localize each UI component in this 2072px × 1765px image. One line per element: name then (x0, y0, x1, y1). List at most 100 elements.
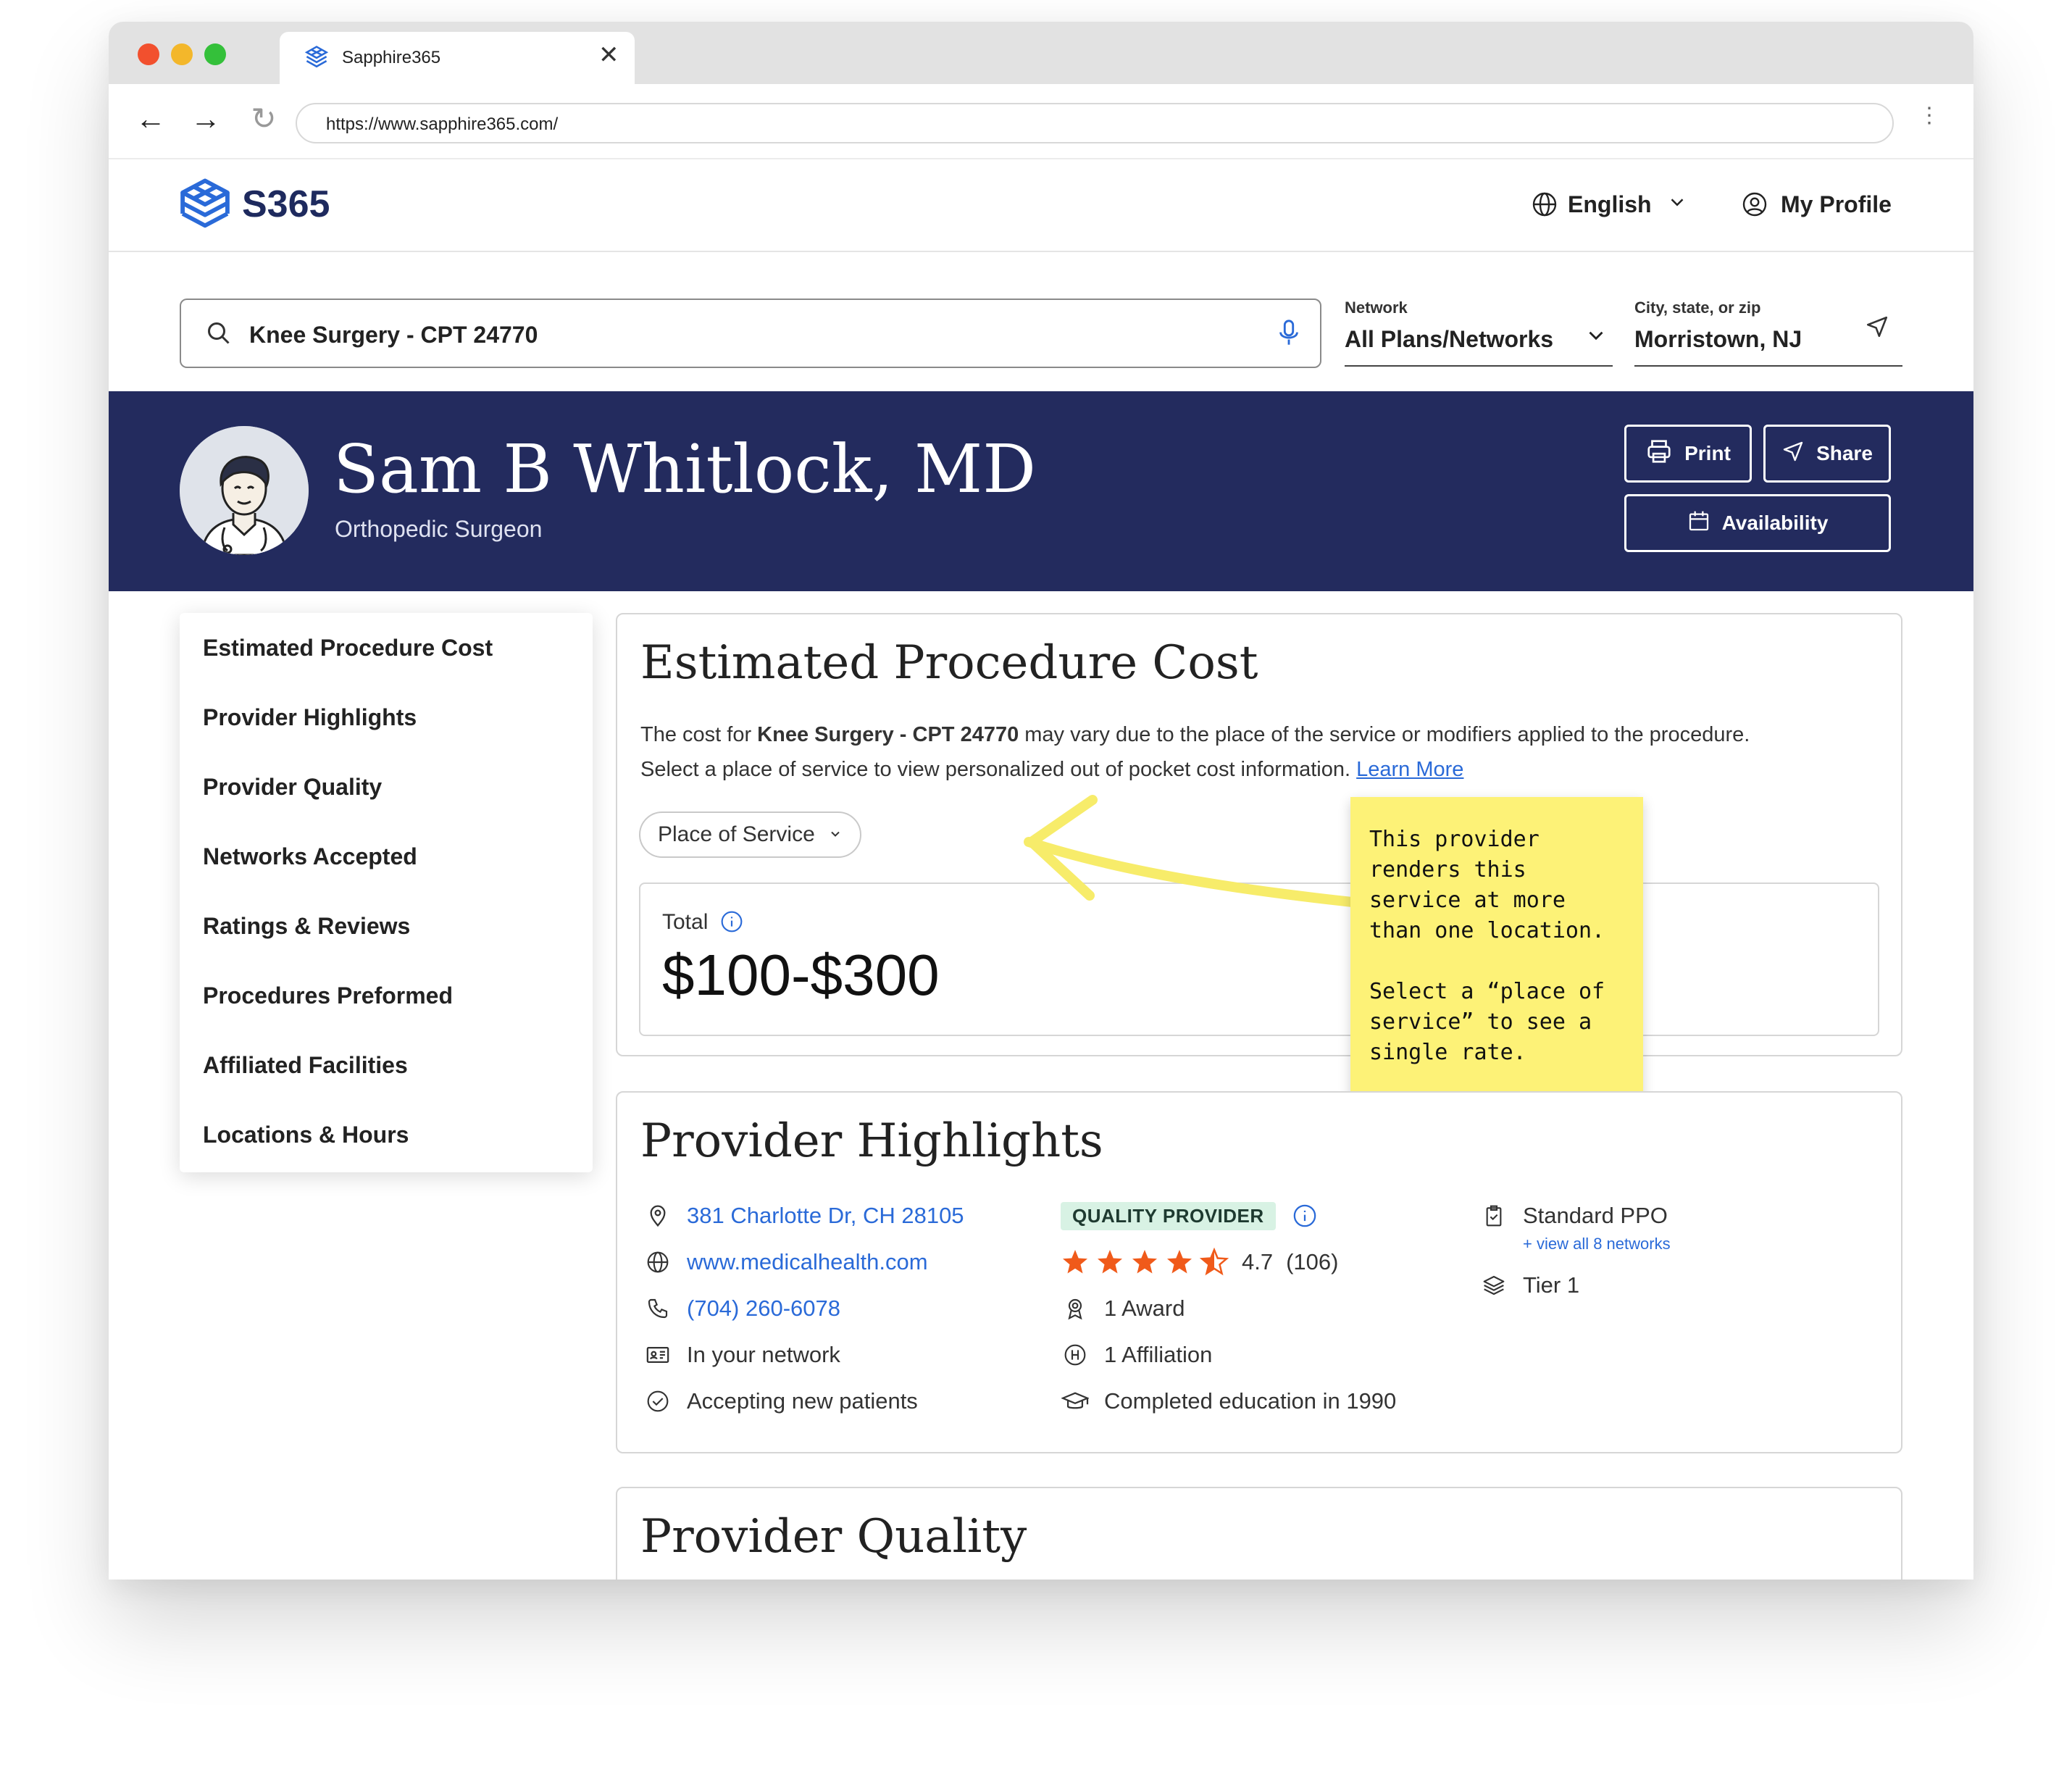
print-button[interactable]: Print (1624, 425, 1752, 483)
info-icon[interactable] (1290, 1201, 1319, 1230)
location-input[interactable]: Morristown, NJ (1634, 326, 1802, 353)
affiliation-row: 1 Affiliation (1061, 1340, 1212, 1369)
browser-toolbar: ← → ↻ https://www.sapphire365.com/ ⋮ (109, 84, 1973, 159)
cost-text-line2: Select a place of service to view person… (640, 758, 1351, 781)
send-icon (1781, 440, 1805, 468)
place-of-service-dropdown[interactable]: Place of Service (639, 811, 862, 858)
plan-row: Standard PPO (1479, 1201, 1668, 1230)
place-of-service-label: Place of Service (658, 822, 815, 846)
education-row: Completed education in 1990 (1061, 1387, 1396, 1416)
search-row: Knee Surgery - CPT 24770 Network All Pla… (109, 252, 1973, 391)
website-link[interactable]: www.medicalhealth.com (687, 1249, 928, 1275)
layers-icon (1479, 1271, 1508, 1300)
chevron-down-icon (828, 813, 843, 856)
info-icon[interactable] (720, 910, 743, 937)
s365-logo-icon (178, 177, 232, 238)
address-link[interactable]: 381 Charlotte Dr, CH 28105 (687, 1203, 964, 1229)
share-button[interactable]: Share (1763, 425, 1891, 483)
forward-arrow-icon[interactable]: → (185, 99, 226, 139)
language-selector[interactable]: English (1568, 191, 1652, 218)
education-text: Completed education in 1990 (1104, 1388, 1397, 1414)
provider-quality-card: Provider Quality (616, 1487, 1902, 1580)
location-underline (1634, 365, 1902, 367)
my-profile-link[interactable]: My Profile (1781, 191, 1892, 218)
view-all-networks-link[interactable]: + view all 8 networks (1523, 1235, 1671, 1253)
availability-button[interactable]: Availability (1624, 494, 1891, 552)
phone-row: (704) 260-6078 (643, 1294, 840, 1323)
tier-text: Tier 1 (1523, 1272, 1580, 1298)
maximize-window-dot[interactable] (204, 43, 226, 65)
learn-more-link[interactable]: Learn More (1356, 758, 1463, 781)
sapphire-logo-icon (304, 45, 329, 73)
provider-avatar (180, 426, 309, 555)
address-bar[interactable]: https://www.sapphire365.com/ (296, 103, 1894, 143)
provider-highlights-card: Provider Highlights 381 Charlotte Dr, CH… (616, 1091, 1902, 1453)
share-label: Share (1816, 442, 1873, 464)
close-window-dot[interactable] (138, 43, 159, 65)
location-label: City, state, or zip (1634, 299, 1761, 317)
search-icon (206, 320, 232, 350)
tier-row: Tier 1 (1479, 1271, 1579, 1300)
network-status-row: In your network (643, 1340, 840, 1369)
review-count[interactable]: (106) (1286, 1249, 1338, 1275)
affiliation-text: 1 Affiliation (1104, 1342, 1213, 1367)
nav-item-provider-highlights[interactable]: Provider Highlights (203, 704, 417, 731)
browser-tab[interactable]: Sapphire365 ✕ (280, 32, 635, 84)
nav-item-affiliated-facilities[interactable]: Affiliated Facilities (203, 1052, 408, 1079)
site-logo-text[interactable]: S365 (242, 183, 330, 226)
minimize-window-dot[interactable] (171, 43, 193, 65)
print-label: Print (1684, 442, 1731, 464)
site-header: S365 English My Profile (109, 159, 1973, 252)
phone-link[interactable]: (704) 260-6078 (687, 1295, 840, 1322)
cost-text-prefix: The cost for (640, 723, 758, 746)
plan-text: Standard PPO (1523, 1203, 1668, 1228)
nav-item-procedures-preformed[interactable]: Procedures Preformed (203, 982, 453, 1009)
search-input[interactable]: Knee Surgery - CPT 24770 (180, 299, 1321, 368)
accepting-text: Accepting new patients (687, 1388, 918, 1414)
network-label: Network (1345, 299, 1408, 317)
award-text: 1 Award (1104, 1295, 1185, 1321)
id-card-icon (643, 1340, 672, 1369)
quality-provider-badge: QUALITY PROVIDER (1061, 1201, 1276, 1230)
star-rating-icon (1063, 1248, 1228, 1274)
estimated-cost-title: Estimated Procedure Cost (640, 636, 1258, 690)
nav-item-estimated-procedure-cost[interactable]: Estimated Procedure Cost (203, 635, 493, 662)
close-icon[interactable]: ✕ (598, 41, 619, 70)
chevron-down-icon[interactable] (1666, 191, 1688, 217)
browser-window: Sapphire365 ✕ ← → ↻ https://www.sapphire… (109, 22, 1973, 1580)
rating-row: 4.7 (106) (1061, 1248, 1338, 1277)
browser-menu-icon[interactable]: ⋮ (1918, 103, 1940, 128)
sticky-note-text: This provider renders this service at mo… (1369, 827, 1605, 1065)
search-query-text: Knee Surgery - CPT 24770 (249, 322, 538, 348)
microphone-icon[interactable] (1278, 319, 1300, 351)
quality-badge-row: QUALITY PROVIDER (1061, 1201, 1319, 1230)
chevron-down-icon[interactable] (1584, 323, 1608, 351)
nav-item-networks-accepted[interactable]: Networks Accepted (203, 843, 417, 870)
rating-value: 4.7 (1242, 1249, 1274, 1274)
check-circle-icon (643, 1387, 672, 1416)
nav-item-ratings-reviews[interactable]: Ratings & Reviews (203, 913, 410, 940)
calendar-icon (1687, 509, 1710, 538)
cost-text-procedure: Knee Surgery - CPT 24770 (757, 723, 1019, 746)
website-row: www.medicalhealth.com (643, 1248, 928, 1277)
provider-specialty: Orthopedic Surgeon (335, 516, 543, 542)
location-arrow-icon[interactable] (1865, 314, 1889, 343)
provider-name: Sam B Whitlock, MD (333, 430, 1036, 508)
availability-label: Availability (1721, 512, 1829, 534)
reload-icon[interactable]: ↻ (243, 99, 284, 139)
section-nav: Estimated Procedure Cost Provider Highli… (180, 613, 593, 1172)
printer-icon (1645, 438, 1673, 470)
provider-highlights-title: Provider Highlights (640, 1114, 1103, 1168)
user-profile-icon (1742, 191, 1768, 221)
in-network-text: In your network (687, 1342, 840, 1367)
back-arrow-icon[interactable]: ← (130, 99, 171, 139)
url-text: https://www.sapphire365.com/ (326, 114, 559, 134)
network-select[interactable]: All Plans/Networks (1345, 326, 1553, 353)
nav-item-provider-quality[interactable]: Provider Quality (203, 774, 382, 801)
cost-description: The cost for Knee Surgery - CPT 24770 ma… (640, 717, 1887, 787)
award-row: 1 Award (1061, 1294, 1185, 1323)
accepting-row: Accepting new patients (643, 1387, 918, 1416)
nav-item-locations-hours[interactable]: Locations & Hours (203, 1122, 409, 1148)
globe-icon (643, 1248, 672, 1277)
phone-icon (643, 1294, 672, 1323)
